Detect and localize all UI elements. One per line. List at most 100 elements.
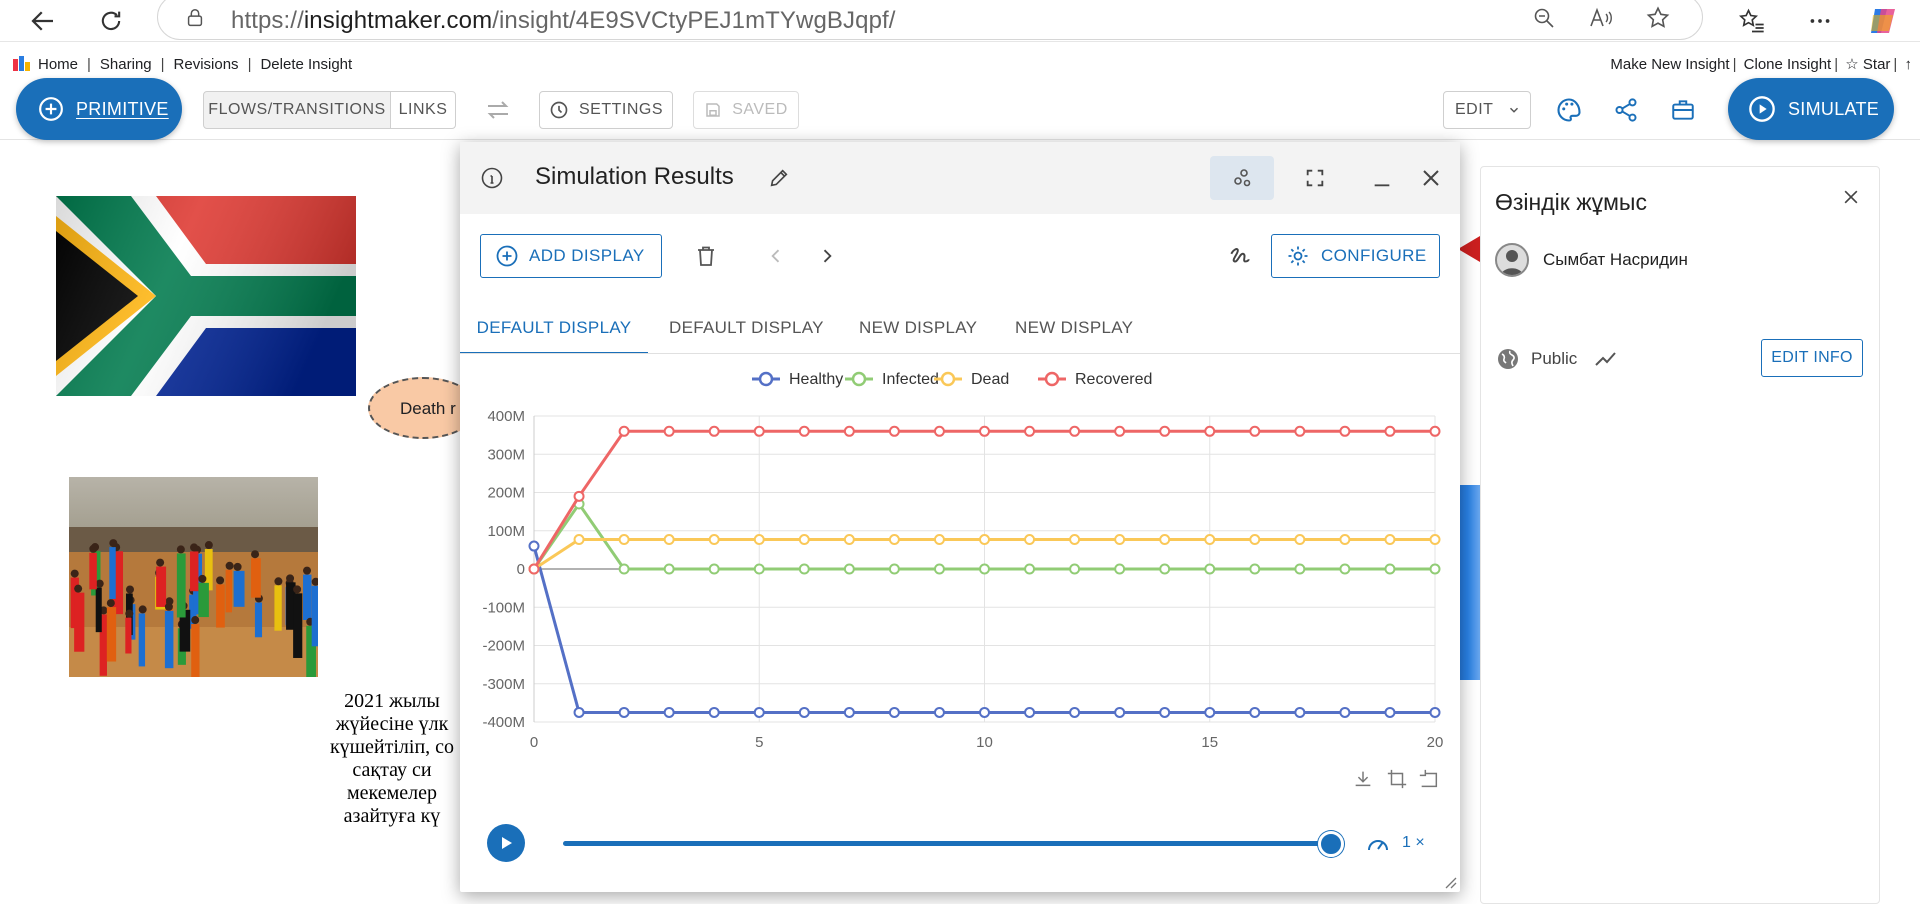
address-bar[interactable]: https://insightmaker.com/insight/4E9SVCt… bbox=[157, 0, 1703, 40]
copilot-button[interactable] bbox=[1866, 4, 1900, 38]
time-slider-track[interactable] bbox=[563, 841, 1333, 846]
x-tick-label: 20 bbox=[1427, 734, 1444, 751]
dancers-photo-image bbox=[69, 477, 318, 677]
chevron-right-icon bbox=[823, 249, 832, 263]
data-point-recovered bbox=[888, 425, 900, 437]
favorites-button[interactable] bbox=[1735, 4, 1769, 38]
primitive-button[interactable]: PRIMITIVE bbox=[16, 78, 182, 140]
play-button[interactable] bbox=[487, 824, 525, 862]
simulate-button[interactable]: SIMULATE bbox=[1728, 78, 1894, 140]
text-line: 2021 жылы bbox=[344, 690, 440, 712]
y-tick-label: 200M bbox=[487, 485, 525, 502]
scroll-up-link[interactable]: ↑ bbox=[1905, 56, 1913, 73]
separator: | bbox=[1893, 56, 1898, 73]
star-link[interactable]: ☆ Star bbox=[1845, 56, 1890, 73]
dancer-figure bbox=[156, 566, 167, 607]
maximize-button[interactable] bbox=[1298, 161, 1332, 195]
info-button[interactable] bbox=[475, 161, 509, 195]
rename-button[interactable] bbox=[762, 161, 796, 195]
separator: | bbox=[247, 55, 252, 73]
next-display-button[interactable] bbox=[810, 239, 844, 273]
data-point-infected bbox=[843, 563, 855, 575]
data-point-infected bbox=[753, 563, 765, 575]
legend-marker bbox=[758, 371, 774, 387]
edit-dropdown[interactable]: EDIT bbox=[1443, 91, 1531, 129]
zoom-icon[interactable] bbox=[1531, 5, 1557, 31]
data-point-dead bbox=[798, 534, 810, 546]
data-point-dead bbox=[708, 534, 720, 546]
x-tick-label: 0 bbox=[530, 734, 538, 751]
trending-icon[interactable] bbox=[1594, 349, 1618, 374]
share-button[interactable] bbox=[1608, 92, 1644, 128]
data-point-dead bbox=[1204, 534, 1216, 546]
data-point-dead bbox=[843, 534, 855, 546]
x-tick-label: 15 bbox=[1201, 734, 1218, 751]
delete-display-button[interactable] bbox=[689, 239, 723, 273]
author-name[interactable]: Сымбат Насридин bbox=[1543, 250, 1688, 270]
tab-default-display-1[interactable]: DEFAULT DISPLAY bbox=[460, 308, 648, 354]
dancer-figure bbox=[191, 624, 200, 677]
data-point-recovered bbox=[1429, 425, 1441, 437]
fullscreen-icon bbox=[1306, 169, 1324, 187]
insight-info-panel: Өзіндік жұмыс Сымбат Насридин Public EDI… bbox=[1480, 166, 1880, 904]
data-point-healthy bbox=[1114, 706, 1126, 718]
read-aloud-icon[interactable] bbox=[1588, 5, 1614, 31]
toolbox-icon bbox=[1672, 100, 1694, 120]
revisions-link[interactable]: Revisions bbox=[174, 56, 239, 73]
close-panel-button[interactable] bbox=[1841, 187, 1861, 212]
x-tick-label: 10 bbox=[976, 734, 993, 751]
clone-insight-link[interactable]: Clone Insight bbox=[1744, 56, 1832, 73]
minimize-button[interactable] bbox=[1365, 161, 1399, 195]
close-window-button[interactable] bbox=[1414, 161, 1448, 195]
add-display-button[interactable]: ADD DISPLAY bbox=[480, 234, 662, 278]
download-button[interactable] bbox=[1352, 768, 1374, 795]
configure-button[interactable]: CONFIGURE bbox=[1271, 234, 1440, 278]
clock-icon bbox=[550, 101, 568, 119]
url-text: https://insightmaker.com/insight/4E9SVCt… bbox=[231, 7, 896, 34]
make-new-insight-link[interactable]: Make New Insight bbox=[1610, 56, 1729, 73]
flows-transitions-toggle[interactable]: FLOWS/TRANSITIONS bbox=[203, 91, 391, 129]
tab-default-display-2[interactable]: DEFAULT DISPLAY bbox=[669, 308, 824, 354]
chevron-down-icon bbox=[1510, 107, 1519, 113]
home-link[interactable]: Home bbox=[38, 56, 78, 73]
back-button[interactable] bbox=[26, 4, 60, 38]
dancer-head bbox=[164, 602, 173, 611]
speedometer-icon bbox=[1368, 840, 1388, 851]
data-point-dead bbox=[1069, 534, 1081, 546]
tab-new-display-2[interactable]: NEW DISPLAY bbox=[1015, 308, 1133, 354]
dancer-figure bbox=[274, 585, 282, 631]
links-toggle[interactable]: LINKS bbox=[390, 91, 456, 129]
dancer-head bbox=[293, 585, 302, 594]
tools-button[interactable] bbox=[1665, 92, 1701, 128]
edit-info-button[interactable]: EDIT INFO bbox=[1761, 339, 1863, 377]
tab-new-display-1[interactable]: NEW DISPLAY bbox=[859, 308, 977, 354]
previous-display-button[interactable] bbox=[759, 239, 793, 273]
data-point-healthy bbox=[753, 706, 765, 718]
editor-toolbar: PRIMITIVE FLOWS/TRANSITIONS LINKS SETTIN… bbox=[0, 78, 1920, 140]
refresh-button[interactable] bbox=[94, 4, 128, 38]
dancer-head bbox=[125, 609, 134, 618]
resize-handle[interactable] bbox=[1443, 875, 1457, 894]
delete-insight-link[interactable]: Delete Insight bbox=[260, 56, 352, 73]
back-arrow-icon bbox=[31, 11, 53, 31]
swap-button[interactable] bbox=[480, 92, 516, 128]
avatar bbox=[1495, 243, 1529, 277]
data-point-healthy bbox=[1384, 706, 1396, 718]
draw-button[interactable] bbox=[1223, 239, 1257, 273]
play-circle-icon bbox=[1749, 96, 1775, 122]
more-menu-button[interactable] bbox=[1803, 4, 1837, 38]
palette-button[interactable] bbox=[1551, 92, 1587, 128]
data-point-recovered bbox=[1114, 425, 1126, 437]
time-slider-handle[interactable] bbox=[1318, 831, 1344, 857]
zoom-reset-button[interactable] bbox=[1418, 768, 1440, 795]
settings-button[interactable]: SETTINGS bbox=[539, 91, 673, 129]
sharing-link[interactable]: Sharing bbox=[100, 56, 152, 73]
data-point-dead bbox=[1024, 534, 1036, 546]
zoom-select-button[interactable] bbox=[1386, 768, 1408, 795]
favorite-star-icon[interactable] bbox=[1645, 5, 1671, 31]
speed-button[interactable] bbox=[1366, 832, 1390, 859]
dancer-head bbox=[225, 561, 234, 570]
links-label: LINKS bbox=[398, 101, 448, 118]
scenario-button[interactable] bbox=[1210, 156, 1274, 200]
dancer-head bbox=[216, 576, 225, 585]
